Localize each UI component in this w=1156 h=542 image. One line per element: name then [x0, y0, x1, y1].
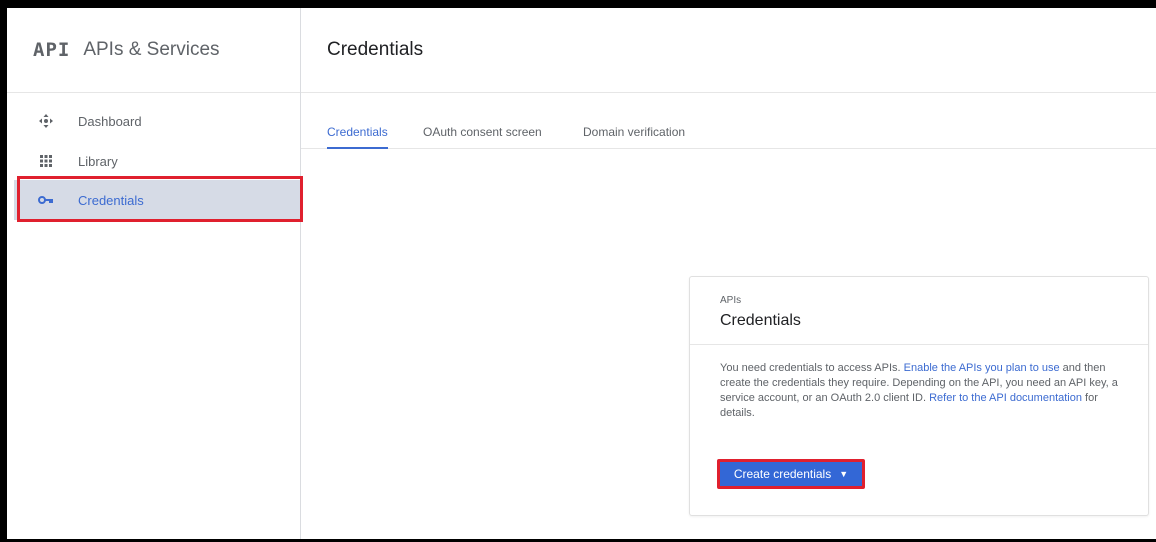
tab-credentials[interactable]: Credentials [327, 125, 388, 149]
description-text: You need credentials to access APIs. [720, 362, 904, 374]
sidebar-item-label: Credentials [78, 192, 144, 208]
card-description: You need credentials to access APIs. Ena… [690, 345, 1148, 421]
main-header: Credentials [301, 8, 1156, 93]
sidebar-item-label: Dashboard [78, 113, 142, 129]
library-icon [14, 155, 78, 167]
card-title: Credentials [720, 312, 801, 329]
page-title: Credentials [327, 39, 424, 60]
card-header: APIs Credentials [690, 277, 1148, 345]
sidebar-item-label: Library [78, 153, 118, 169]
sidebar: API APIs & Services Dashboard Library Cr… [7, 8, 301, 539]
main-panel: Credentials Credentials OAuth consent sc… [301, 8, 1156, 539]
api-documentation-link[interactable]: Refer to the API documentation [929, 392, 1082, 404]
sidebar-item-credentials[interactable]: Credentials [14, 180, 301, 220]
chevron-down-icon: ▼ [839, 469, 849, 479]
tab-oauth-consent-screen[interactable]: OAuth consent screen [423, 125, 542, 149]
create-credentials-button[interactable]: Create credentials ▼ [717, 459, 865, 489]
card-eyebrow: APIs [720, 295, 742, 306]
tab-domain-verification[interactable]: Domain verification [583, 125, 685, 149]
dashboard-icon [14, 114, 78, 128]
enable-apis-link[interactable]: Enable the APIs you plan to use [904, 362, 1060, 374]
key-icon [14, 195, 78, 205]
credentials-card: APIs Credentials You need credentials to… [689, 276, 1149, 516]
sidebar-item-dashboard[interactable]: Dashboard [14, 101, 301, 141]
sidebar-item-library[interactable]: Library [14, 141, 301, 181]
create-credentials-label: Create credentials [733, 467, 832, 481]
app-name: APIs & Services [83, 39, 220, 60]
api-logo: API [33, 39, 71, 61]
brand-header: API APIs & Services [7, 8, 300, 93]
tab-bar: Credentials OAuth consent screen Domain … [301, 93, 1156, 149]
